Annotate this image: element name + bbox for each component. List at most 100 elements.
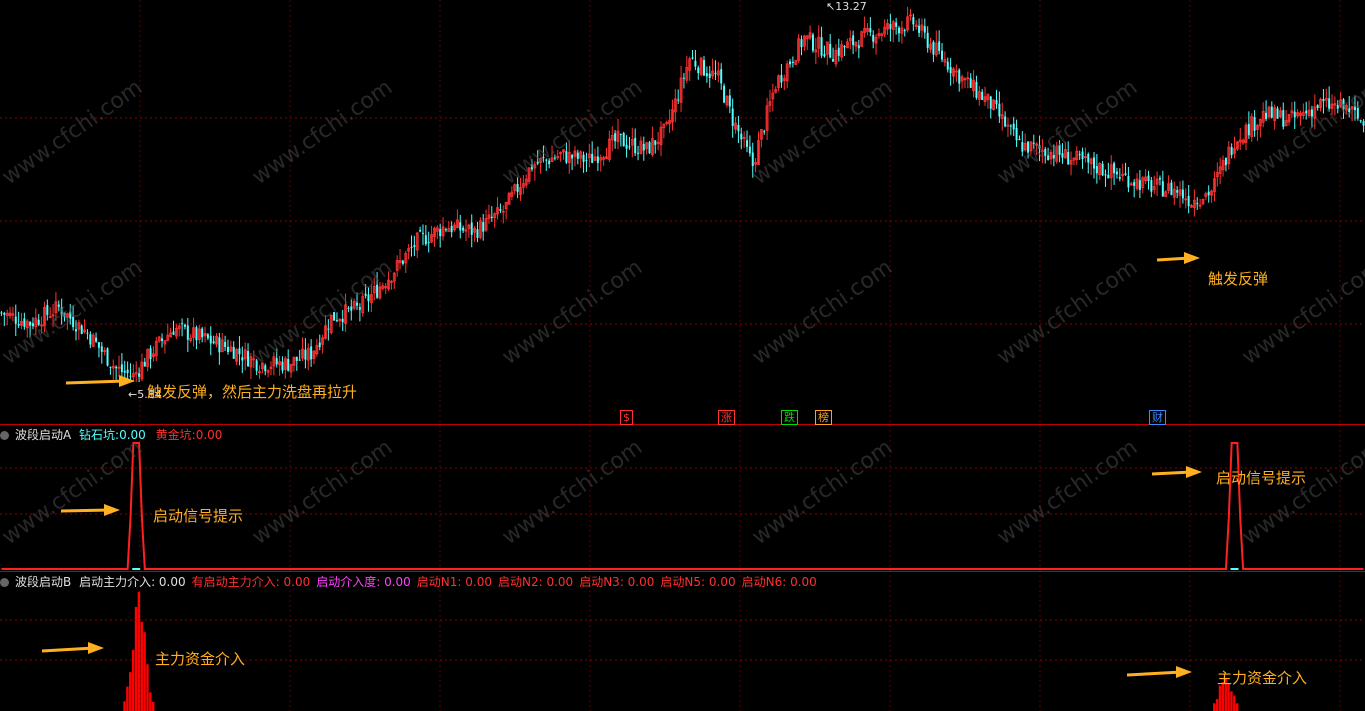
candle-body: [926, 32, 929, 48]
candle-body: [622, 133, 625, 147]
panel-b-field: 启动N1: 0.00: [416, 575, 492, 589]
candle-body: [843, 45, 846, 48]
candle-body: [571, 155, 574, 159]
candle-body: [1101, 163, 1104, 176]
candle-body: [723, 85, 726, 103]
candle-body: [628, 146, 631, 148]
panel-toggle-icon[interactable]: [0, 578, 9, 587]
candle-body: [1176, 190, 1179, 193]
candle-body: [424, 235, 427, 245]
candle-body: [3, 312, 6, 315]
candle-body: [530, 164, 533, 170]
annotation-arrow-shaft: [65, 379, 126, 385]
candle-body: [1328, 98, 1331, 109]
event-marker[interactable]: $: [620, 410, 633, 425]
candle-body: [545, 159, 548, 161]
candle-body: [264, 365, 267, 372]
event-marker[interactable]: 财: [1149, 410, 1166, 425]
candle-body: [565, 151, 568, 163]
candle-body: [63, 312, 66, 317]
candle-body: [837, 47, 840, 56]
candle-body: [740, 133, 743, 140]
candle-body: [17, 324, 20, 326]
candle-body: [109, 366, 112, 368]
candle-body: [444, 229, 447, 231]
candle-body: [1104, 174, 1107, 176]
candle-body: [470, 222, 473, 235]
panel-b-field: 启动介入度: 0.00: [316, 575, 411, 589]
panel-b-histogram-bar: [151, 701, 155, 711]
panel-a-title: 波段启动A: [15, 428, 72, 442]
candle-body: [74, 329, 77, 332]
candle-body: [427, 242, 430, 244]
annotation-arrow-shaft: [41, 646, 95, 653]
candle-body: [410, 246, 413, 248]
candle-body: [1118, 177, 1121, 179]
candle-body: [1247, 124, 1250, 136]
panel-toggle-icon[interactable]: [0, 431, 9, 440]
candle-body: [1081, 151, 1084, 160]
event-marker[interactable]: 榜: [815, 410, 832, 425]
candle-body: [763, 131, 766, 133]
candle-body: [143, 361, 146, 367]
candle-body: [95, 337, 98, 342]
candle-body: [975, 81, 978, 98]
candle-body: [241, 357, 244, 361]
candle-body: [281, 361, 284, 371]
candle-body: [1044, 148, 1047, 156]
candle-body: [898, 27, 901, 34]
candle-body: [123, 370, 126, 373]
candle-body: [129, 375, 132, 377]
candle-body: [499, 209, 502, 211]
candle-body: [1127, 175, 1130, 188]
candle-body: [958, 69, 961, 84]
candle-body: [751, 152, 754, 167]
candle-body: [648, 142, 651, 154]
candle-body: [1061, 153, 1064, 158]
candle-body: [1150, 180, 1153, 192]
annotation-panel-a-right: 启动信号提示: [1216, 469, 1307, 487]
candle-body: [46, 305, 49, 315]
candle-body: [238, 348, 241, 355]
candle-body: [318, 342, 321, 348]
candle-body: [364, 293, 367, 296]
candle-body: [872, 34, 875, 42]
candle-body: [350, 306, 353, 311]
candle-body: [401, 260, 404, 264]
candle-body: [1158, 177, 1161, 180]
candle-body: [1012, 123, 1015, 130]
candle-body: [1348, 108, 1351, 112]
annotation-panel-a-left: 启动信号提示: [153, 507, 244, 525]
panel-a-field2-label: 黄金坑:: [155, 428, 196, 442]
candle-body: [327, 328, 330, 330]
candle-body: [852, 35, 855, 46]
event-marker[interactable]: 涨: [718, 410, 735, 425]
candle-body: [224, 341, 227, 348]
candle-body: [1316, 105, 1319, 108]
candle-body: [1147, 175, 1150, 182]
candle-body: [367, 294, 370, 302]
candle-body: [637, 152, 640, 154]
candle-body: [356, 302, 359, 306]
candle-body: [1015, 127, 1018, 141]
candle-body: [1133, 182, 1136, 186]
candle-body: [23, 318, 26, 327]
candle-body: [1052, 155, 1055, 159]
candle-body: [310, 346, 313, 360]
panel-b-histogram-bar: [143, 632, 146, 711]
candle-body: [705, 73, 708, 77]
candle-body: [29, 322, 32, 326]
candle-body: [1115, 171, 1118, 175]
candle-body: [938, 41, 941, 51]
candle-body: [820, 37, 823, 56]
candle-body: [0, 312, 3, 314]
candle-body: [941, 50, 944, 60]
candle-body: [694, 60, 697, 67]
candle-body: [731, 108, 734, 127]
chart-canvas[interactable]: [0, 0, 1365, 711]
event-marker[interactable]: 跌: [781, 410, 798, 425]
candle-body: [682, 77, 685, 79]
candle-body: [780, 75, 783, 83]
candle-body: [714, 72, 717, 75]
candle-body: [1095, 166, 1098, 174]
